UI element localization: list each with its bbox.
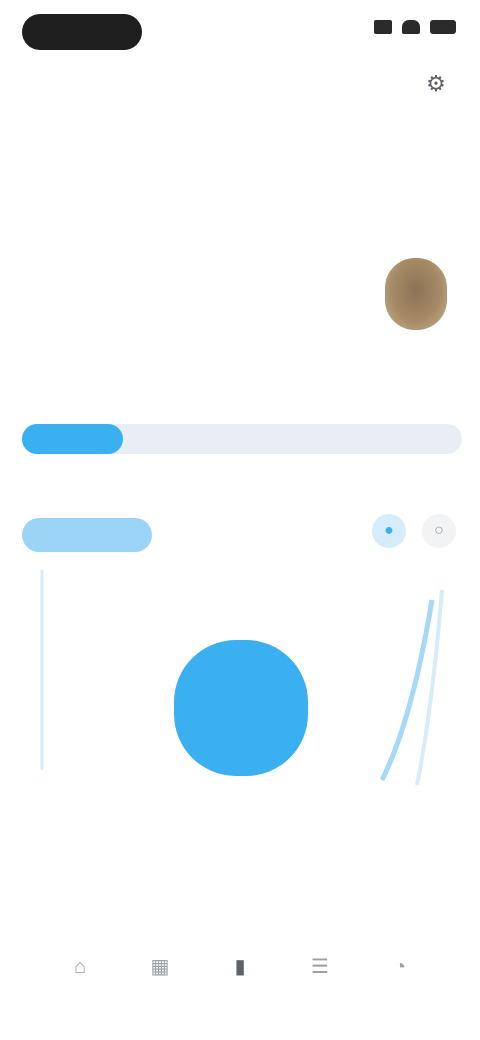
tab-profile[interactable]: ◔ [370,944,430,1040]
avatar[interactable] [385,258,447,330]
home-icon: ⌂ [73,956,87,978]
signal-icon [374,20,392,34]
wifi-icon [402,20,420,34]
status-icons [374,20,456,34]
center-action-button[interactable] [174,640,308,776]
chart-icon: ▮ [234,956,246,978]
tab-home[interactable]: ⌂ [50,944,110,1040]
battery-icon [430,20,456,34]
progress-fill [22,424,123,454]
calendar-icon: ▦ [150,956,170,978]
calendar-header [0,140,480,170]
toggle-secondary-button[interactable]: ○ [422,514,456,548]
top-nav: ⚙ [0,62,480,106]
status-time-pill [22,14,142,50]
profile-icon: ◔ [393,956,407,978]
status-badge[interactable] [22,518,152,552]
toggle-primary-button[interactable]: ● [372,514,406,548]
tab-chart[interactable]: ▮ [210,944,270,1040]
list-icon: ☰ [311,956,329,978]
tab-calendar[interactable]: ▦ [130,944,190,1040]
status-bar [0,0,480,64]
bottom-nav: ⌂ ▦ ▮ ☰ ◔ [0,944,480,1040]
tab-list[interactable]: ☰ [290,944,350,1040]
gear-icon[interactable]: ⚙ [420,68,452,100]
